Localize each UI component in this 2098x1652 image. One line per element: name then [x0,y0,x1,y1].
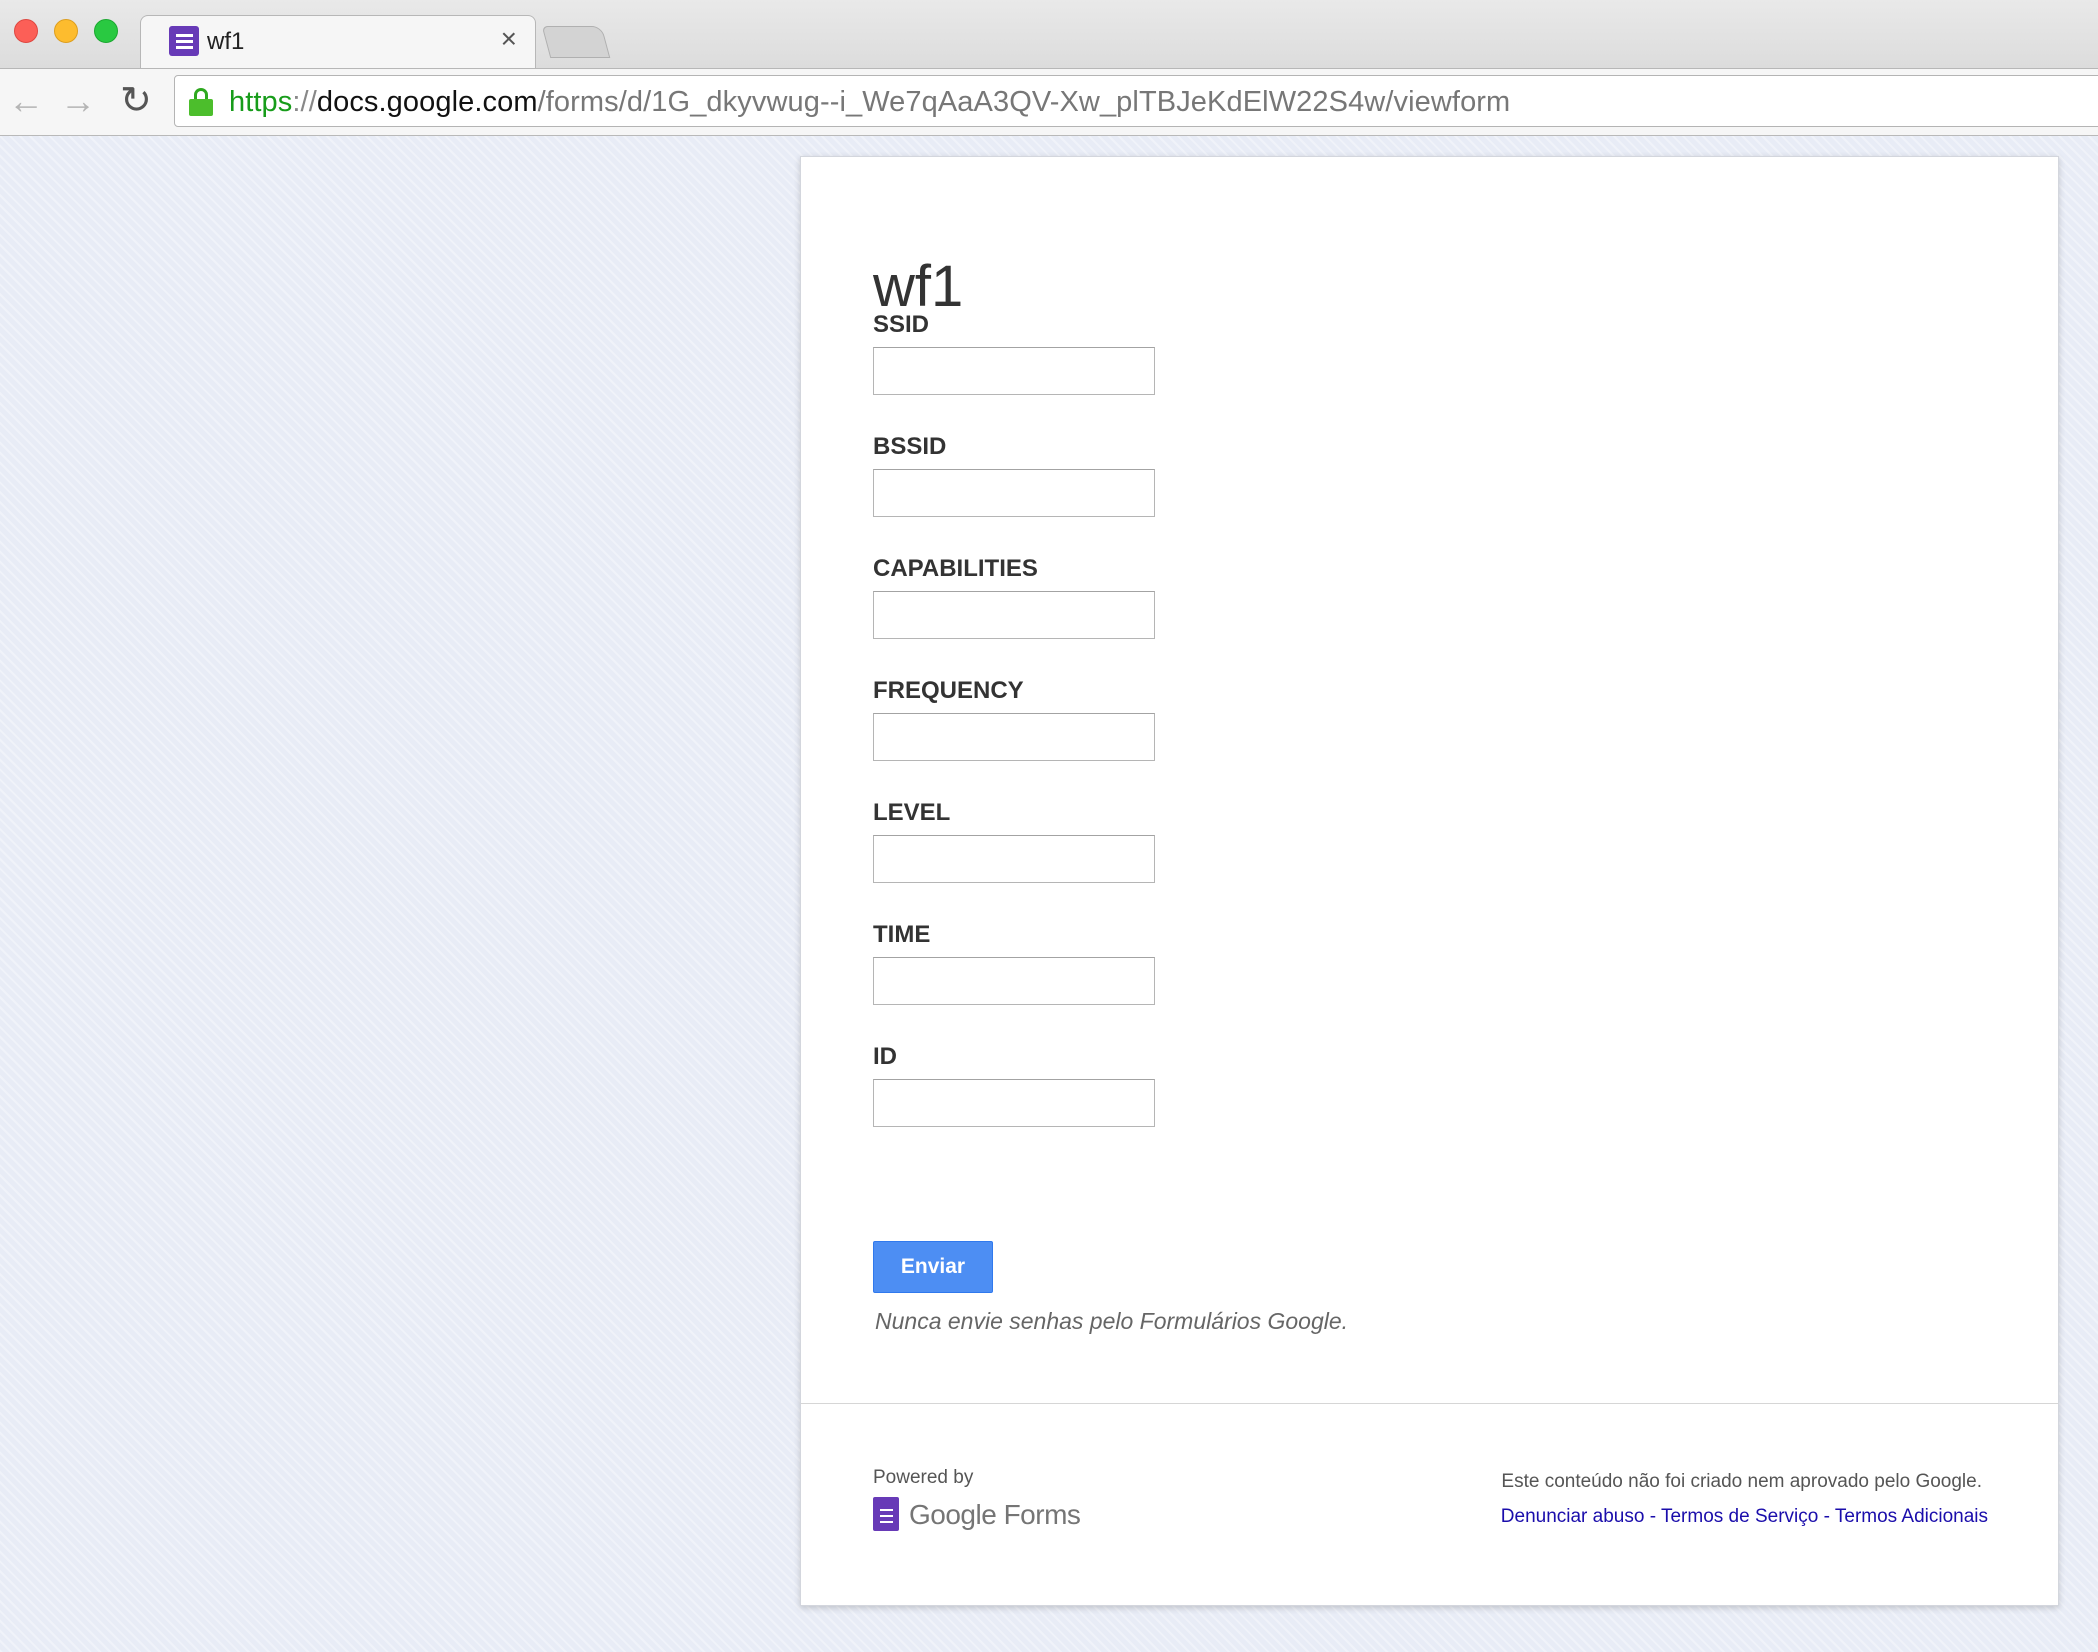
address-bar[interactable]: https://docs.google.com/forms/d/1G_dkyvw… [174,75,2098,127]
url-text[interactable]: https://docs.google.com/forms/d/1G_dkyvw… [229,86,1510,119]
level-input[interactable] [873,835,1155,883]
page-background: wf1 SSID BSSID CAPABILITIES FREQUENCY LE… [0,136,2098,1652]
field-label-id: ID [873,1043,897,1070]
google-forms-favicon-icon [169,26,199,56]
minimize-window-button[interactable] [54,19,78,43]
field-label-time: TIME [873,921,931,948]
url-host: docs.google.com [316,86,538,118]
back-arrow-icon[interactable]: ← [8,81,44,121]
ssid-input[interactable] [873,347,1155,395]
browser-titlebar: wf1 × [0,0,2098,68]
url-path: /forms/d/1G_dkyvwug--i_We7qAaA3QV-Xw_plT… [537,86,1511,118]
field-label-capabilities: CAPABILITIES [873,555,1038,582]
footer-divider [801,1403,2058,1404]
google-forms-logo-text: Google Forms [909,1499,1081,1530]
bssid-input[interactable] [873,469,1155,517]
submit-button[interactable]: Enviar [873,1241,993,1293]
report-abuse-link[interactable]: Denunciar abuso [1501,1506,1645,1527]
frequency-input[interactable] [873,713,1155,761]
field-label-ssid: SSID [873,311,930,338]
new-tab-button[interactable] [541,26,611,58]
field-label-frequency: FREQUENCY [873,677,1024,704]
forward-arrow-icon[interactable]: → [60,81,96,121]
link-separator: - [1644,1506,1661,1527]
footer-links: Denunciar abuso - Termos de Serviço - Te… [1501,1506,1988,1528]
close-window-button[interactable] [14,19,38,43]
form-card: wf1 SSID BSSID CAPABILITIES FREQUENCY LE… [800,156,2059,1606]
browser-toolbar: ← → ↻ https://docs.google.com/forms/d/1G… [0,68,2098,136]
field-frequency: FREQUENCY [873,677,1155,761]
google-disclaimer: Este conteúdo não foi criado nem aprovad… [1501,1471,1982,1492]
powered-by-label: Powered by [873,1467,974,1488]
field-id: ID [873,1043,1155,1127]
zoom-window-button[interactable] [94,19,118,43]
url-separator: :// [292,86,317,118]
additional-terms-link[interactable]: Termos Adicionais [1835,1506,1988,1527]
time-input[interactable] [873,957,1155,1005]
secure-lock-icon[interactable] [189,88,213,116]
google-forms-icon [873,1497,899,1531]
field-ssid: SSID [873,311,1155,395]
id-input[interactable] [873,1079,1155,1127]
form-title: wf1 [873,254,964,319]
browser-tab-active[interactable]: wf1 × [140,15,536,68]
tab-title: wf1 [207,28,245,55]
url-scheme: https [229,86,293,118]
field-label-bssid: BSSID [873,433,947,460]
password-warning: Nunca envie senhas pelo Formulários Goog… [875,1308,1349,1334]
capabilities-input[interactable] [873,591,1155,639]
reload-icon[interactable]: ↻ [120,81,152,121]
field-label-level: LEVEL [873,799,951,826]
link-separator: - [1818,1506,1835,1527]
field-time: TIME [873,921,1155,1005]
terms-of-service-link[interactable]: Termos de Serviço [1661,1506,1818,1527]
field-bssid: BSSID [873,433,1155,517]
tab-close-icon[interactable]: × [501,24,517,54]
field-level: LEVEL [873,799,1155,883]
field-capabilities: CAPABILITIES [873,555,1155,639]
